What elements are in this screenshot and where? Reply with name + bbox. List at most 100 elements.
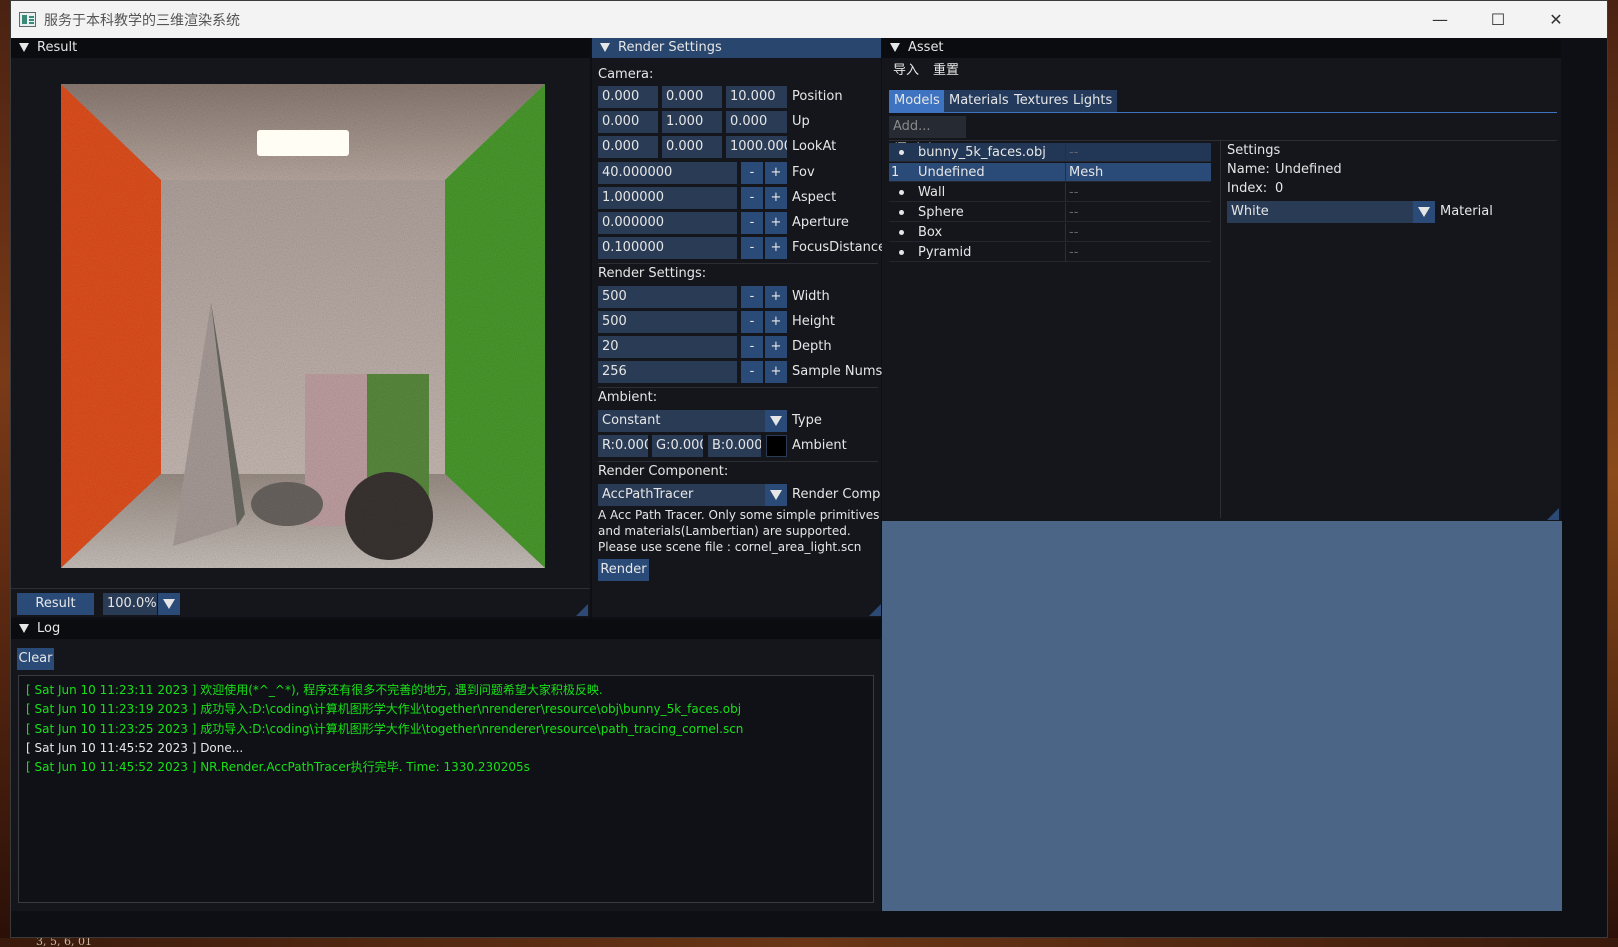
height-minus-button[interactable]: -: [741, 311, 763, 333]
column-divider: [1065, 163, 1066, 182]
collapse-triangle-icon[interactable]: [19, 43, 29, 52]
tree-row-name: Pyramid: [918, 245, 972, 260]
width-plus-button[interactable]: +: [765, 286, 787, 308]
zoom-dropdown-arrow-icon[interactable]: [158, 593, 180, 615]
depth-field[interactable]: 20: [598, 336, 737, 358]
asset-panel-title: Asset: [908, 40, 944, 55]
ambient-color-swatch[interactable]: [766, 435, 787, 457]
samples-plus-button[interactable]: +: [765, 361, 787, 383]
tree-row[interactable]: Pyramid --: [889, 243, 1211, 262]
material-dropdown-arrow-icon[interactable]: [1413, 201, 1435, 223]
collapse-triangle-icon[interactable]: [19, 624, 29, 633]
position-z-field[interactable]: 10.000: [726, 86, 787, 108]
fov-minus-button[interactable]: -: [741, 162, 763, 184]
render-button[interactable]: Render: [598, 559, 649, 581]
fov-field[interactable]: 40.000000: [598, 162, 737, 184]
tree-row-name: bunny_5k_faces.obj: [918, 145, 1046, 160]
app-window: 服务于本科教学的三维渲染系统 — ☐ ✕ Result Result 100.0…: [10, 0, 1608, 938]
component-description-line-2: and materials(Lambertian) are supported.: [598, 524, 851, 538]
tree-row-type: --: [1069, 145, 1079, 160]
ambient-label: Ambient: [792, 438, 847, 453]
resize-grip-icon[interactable]: [1547, 508, 1559, 520]
aspect-field[interactable]: 1.000000: [598, 187, 737, 209]
width-field[interactable]: 500: [598, 286, 737, 308]
material-select[interactable]: White: [1227, 201, 1414, 223]
height-plus-button[interactable]: +: [765, 311, 787, 333]
focus-distance-field[interactable]: 0.100000: [598, 237, 737, 259]
bullet-icon: [899, 190, 904, 195]
focus-distance-minus-button[interactable]: -: [741, 237, 763, 259]
up-y-field[interactable]: 1.000: [662, 111, 722, 133]
ambient-r-field[interactable]: R:0.000: [598, 435, 648, 457]
samples-field[interactable]: 256: [598, 361, 737, 383]
aspect-plus-button[interactable]: +: [765, 187, 787, 209]
focus-distance-plus-button[interactable]: +: [765, 237, 787, 259]
render-settings-header[interactable]: Render Settings: [592, 38, 881, 58]
aspect-minus-button[interactable]: -: [741, 187, 763, 209]
up-x-field[interactable]: 0.000: [598, 111, 658, 133]
close-button[interactable]: ✕: [1527, 1, 1585, 38]
zoom-field[interactable]: 100.0%: [103, 593, 157, 615]
width-minus-button[interactable]: -: [741, 286, 763, 308]
settings-index-label: Index:: [1227, 181, 1268, 196]
tree-row[interactable]: bunny_5k_faces.obj --: [889, 143, 1211, 162]
height-field[interactable]: 500: [598, 311, 737, 333]
window-title: 服务于本科教学的三维渲染系统: [44, 13, 240, 29]
tree-row[interactable]: Box --: [889, 223, 1211, 242]
menu-reset[interactable]: 重置: [933, 61, 959, 81]
tree-row[interactable]: Sphere --: [889, 203, 1211, 222]
title-bar[interactable]: 服务于本科教学的三维渲染系统 — ☐ ✕: [11, 1, 1607, 38]
render-component-dropdown-arrow-icon[interactable]: [765, 484, 787, 506]
resize-grip-icon[interactable]: [869, 604, 881, 616]
tree-row-type: --: [1069, 185, 1079, 200]
ambient-g-field[interactable]: G:0.000: [652, 435, 703, 457]
samples-minus-button[interactable]: -: [741, 361, 763, 383]
asset-column-divider[interactable]: [1220, 140, 1221, 518]
result-tab-button[interactable]: Result: [17, 593, 94, 615]
position-label: Position: [792, 89, 843, 104]
lookat-z-field[interactable]: 1000.000: [726, 136, 787, 158]
log-panel-header[interactable]: Log: [11, 619, 881, 639]
aperture-field[interactable]: 0.000000: [598, 212, 737, 234]
aperture-plus-button[interactable]: +: [765, 212, 787, 234]
height-label: Height: [792, 314, 835, 329]
maximize-button[interactable]: ☐: [1469, 1, 1527, 38]
tree-row[interactable]: Wall --: [889, 183, 1211, 202]
depth-minus-button[interactable]: -: [741, 336, 763, 358]
position-y-field[interactable]: 0.000: [662, 86, 722, 108]
ambient-type-dropdown-arrow-icon[interactable]: [765, 410, 787, 432]
fov-plus-button[interactable]: +: [765, 162, 787, 184]
resize-grip-icon[interactable]: [576, 604, 588, 616]
separator: [889, 140, 1557, 141]
add-model-button[interactable]: Add...(Todo): [889, 116, 966, 156]
log-output[interactable]: [ Sat Jun 10 11:23:11 2023 ] 欢迎使用(*^_^*)…: [18, 675, 874, 903]
collapse-triangle-icon[interactable]: [600, 43, 610, 52]
result-panel-header[interactable]: Result: [11, 38, 590, 58]
tab-lights[interactable]: Lights: [1068, 90, 1118, 112]
log-line: [ Sat Jun 10 11:23:25 2023 ] 成功导入:D:\cod…: [26, 722, 744, 736]
result-panel: Result 100.0%: [11, 58, 590, 617]
tab-models[interactable]: Models: [889, 90, 945, 112]
clear-log-button[interactable]: Clear: [17, 648, 54, 670]
collapse-triangle-icon[interactable]: [890, 43, 900, 52]
tree-row-name: Box: [918, 225, 943, 240]
render-component-select[interactable]: AccPathTracer: [598, 484, 765, 506]
menu-import[interactable]: 导入: [893, 61, 919, 81]
tab-textures[interactable]: Textures: [1009, 90, 1074, 112]
up-z-field[interactable]: 0.000: [726, 111, 787, 133]
depth-plus-button[interactable]: +: [765, 336, 787, 358]
lookat-y-field[interactable]: 0.000: [662, 136, 722, 158]
column-divider: [1065, 203, 1066, 222]
ambient-b-field[interactable]: B:0.000: [708, 435, 761, 457]
aperture-label: Aperture: [792, 215, 849, 230]
aperture-minus-button[interactable]: -: [741, 212, 763, 234]
asset-panel-header[interactable]: Asset: [882, 38, 1561, 58]
log-line: [ Sat Jun 10 11:23:11 2023 ] 欢迎使用(*^_^*)…: [26, 683, 603, 697]
minimize-button[interactable]: —: [1411, 1, 1469, 38]
position-x-field[interactable]: 0.000: [598, 86, 658, 108]
tree-row[interactable]: 1 Undefined Mesh: [889, 163, 1211, 182]
tab-materials[interactable]: Materials: [944, 90, 1014, 112]
lookat-x-field[interactable]: 0.000: [598, 136, 658, 158]
width-label: Width: [792, 289, 830, 304]
ambient-type-select[interactable]: Constant: [598, 410, 765, 432]
